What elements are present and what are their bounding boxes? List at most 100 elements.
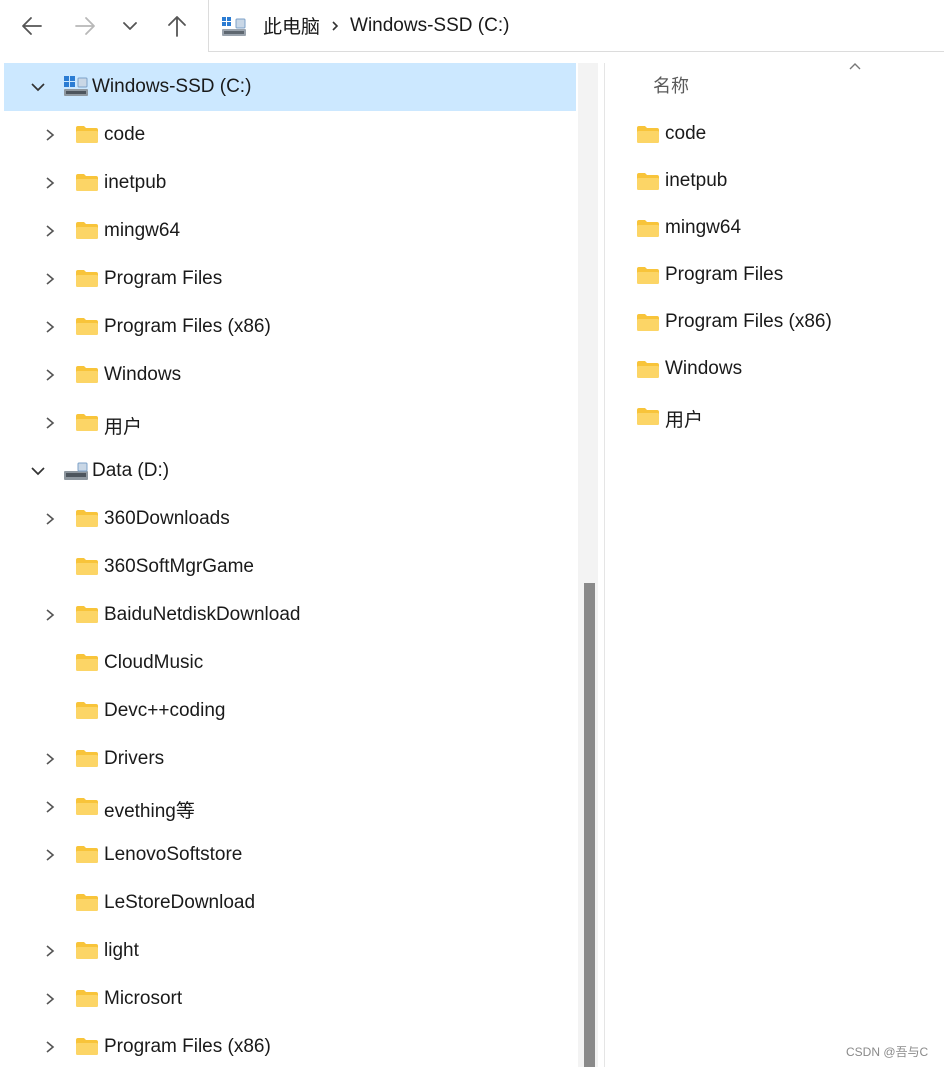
chevron-right-icon[interactable]	[40, 1037, 60, 1057]
tree-item-label: Data (D:)	[92, 460, 170, 481]
folder-icon	[76, 990, 98, 1007]
tree-item-program-files-x86[interactable]: Program Files (x86)	[4, 303, 576, 351]
folder-icon	[76, 126, 98, 143]
tree-item-label: Program Files (x86)	[104, 1036, 271, 1057]
file-row-mingw64[interactable]: mingw64	[606, 205, 944, 252]
chevron-right-icon[interactable]	[40, 269, 60, 289]
tree-item-d-program-files-x86[interactable]: Program Files (x86)	[4, 1023, 576, 1067]
chevron-right-icon[interactable]	[40, 365, 60, 385]
nav-scrollbar-thumb[interactable]	[584, 583, 595, 1067]
arrow-left-icon	[22, 17, 42, 35]
folder-icon	[76, 894, 98, 911]
chevron-right-icon[interactable]	[40, 509, 60, 529]
recent-locations-button[interactable]	[110, 6, 150, 46]
tree-item-windows-ssd-drive[interactable]: Windows-SSD (C:)	[4, 63, 576, 111]
chevron-right-icon[interactable]	[40, 605, 60, 625]
file-row-program-files[interactable]: Program Files	[606, 252, 944, 299]
tree-item-label: Microsort	[104, 988, 183, 1009]
chevron-right-icon[interactable]	[40, 173, 60, 193]
tree-item-label: Program Files	[104, 268, 223, 289]
tree-item-users[interactable]: 用户	[4, 399, 576, 447]
folder-icon	[76, 750, 98, 767]
breadcrumb-separator-icon[interactable]	[320, 20, 350, 32]
file-row-code[interactable]: code	[606, 111, 944, 158]
tree-item-label: CloudMusic	[104, 652, 204, 673]
tree-item-light[interactable]: light	[4, 927, 576, 975]
folder-icon	[637, 314, 659, 331]
up-button[interactable]	[157, 6, 197, 46]
folder-icon	[76, 606, 98, 623]
tree-item-label: BaiduNetdiskDownload	[104, 604, 301, 625]
folder-icon	[76, 654, 98, 671]
tree-item-cloudmusic[interactable]: CloudMusic	[4, 639, 576, 687]
tree-item-devc-coding[interactable]: Devc++coding	[4, 687, 576, 735]
tree-item-code[interactable]: code	[4, 111, 576, 159]
arrow-up-icon	[168, 16, 186, 37]
watermark: CSDN @吾与C	[846, 1045, 929, 1059]
folder-icon	[637, 267, 659, 284]
arrow-right-icon	[75, 17, 95, 35]
folder-icon	[76, 798, 98, 815]
file-row-users[interactable]: 用户	[606, 393, 944, 440]
chevron-right-icon[interactable]	[40, 989, 60, 1009]
pane-divider[interactable]	[604, 63, 605, 1067]
tree-item-label: Windows-SSD (C:)	[92, 76, 252, 97]
drive-icon	[64, 462, 88, 480]
back-button[interactable]	[12, 6, 52, 46]
tree-item-data-drive[interactable]: Data (D:)	[4, 447, 576, 495]
tree-item-360softmgrgame[interactable]: 360SoftMgrGame	[4, 543, 576, 591]
breadcrumb-current-drive[interactable]: Windows-SSD (C:)	[350, 15, 509, 37]
chevron-right-icon[interactable]	[40, 797, 60, 817]
chevron-right-icon[interactable]	[40, 125, 60, 145]
breadcrumb-this-pc[interactable]: 此电脑	[263, 12, 320, 39]
folder-icon	[637, 361, 659, 378]
folder-icon	[76, 318, 98, 335]
folder-icon	[637, 220, 659, 237]
tree-item-lestoredownload[interactable]: LeStoreDownload	[4, 879, 576, 927]
chevron-right-icon[interactable]	[40, 845, 60, 865]
file-name: Program Files (x86)	[665, 311, 832, 332]
tree-item-label: Drivers	[104, 748, 165, 769]
chevron-right-icon[interactable]	[40, 749, 60, 769]
tree-item-label: 360Downloads	[104, 508, 230, 529]
tree-item-label: mingw64	[104, 220, 181, 241]
folder-icon	[76, 174, 98, 191]
file-list-pane: 名称 code inetpub mingw64 Program Files Pr…	[606, 52, 944, 1067]
chevron-right-icon[interactable]	[40, 221, 60, 241]
file-row-windows[interactable]: Windows	[606, 346, 944, 393]
chevron-right-icon[interactable]	[40, 317, 60, 337]
folder-icon	[76, 222, 98, 239]
windows-drive-icon	[64, 76, 88, 96]
tree-item-microsort[interactable]: Microsort	[4, 975, 576, 1023]
tree-item-drivers[interactable]: Drivers	[4, 735, 576, 783]
tree-item-program-files[interactable]: Program Files	[4, 255, 576, 303]
chevron-down-icon	[123, 22, 137, 30]
column-header-name[interactable]: 名称	[653, 72, 689, 98]
tree-item-evething[interactable]: evething等	[4, 783, 576, 831]
sort-ascending-icon	[849, 63, 861, 70]
file-row-program-files-x86[interactable]: Program Files (x86)	[606, 299, 944, 346]
tree-item-inetpub[interactable]: inetpub	[4, 159, 576, 207]
file-name: code	[665, 123, 707, 144]
tree-item-baidunetdiskdownload[interactable]: BaiduNetdiskDownload	[4, 591, 576, 639]
tree-item-label: Program Files (x86)	[104, 316, 271, 337]
file-row-inetpub[interactable]: inetpub	[606, 158, 944, 205]
tree-item-label: 用户	[104, 417, 143, 438]
chevron-down-icon[interactable]	[28, 77, 48, 97]
this-pc-icon	[222, 16, 246, 36]
folder-icon	[76, 366, 98, 383]
tree-item-360downloads[interactable]: 360Downloads	[4, 495, 576, 543]
tree-item-label: Devc++coding	[104, 700, 226, 721]
tree-item-windows[interactable]: Windows	[4, 351, 576, 399]
chevron-right-icon[interactable]	[40, 941, 60, 961]
forward-button[interactable]	[65, 6, 105, 46]
tree-item-lenovosoftstore[interactable]: LenovoSoftstore	[4, 831, 576, 879]
chevron-right-icon[interactable]	[40, 413, 60, 433]
folder-icon	[76, 942, 98, 959]
address-bar[interactable]: 此电脑 Windows-SSD (C:)	[208, 0, 944, 52]
file-name: mingw64	[665, 217, 742, 238]
folder-icon	[76, 702, 98, 719]
tree-item-label: inetpub	[104, 172, 167, 193]
tree-item-mingw64[interactable]: mingw64	[4, 207, 576, 255]
chevron-down-icon[interactable]	[28, 461, 48, 481]
